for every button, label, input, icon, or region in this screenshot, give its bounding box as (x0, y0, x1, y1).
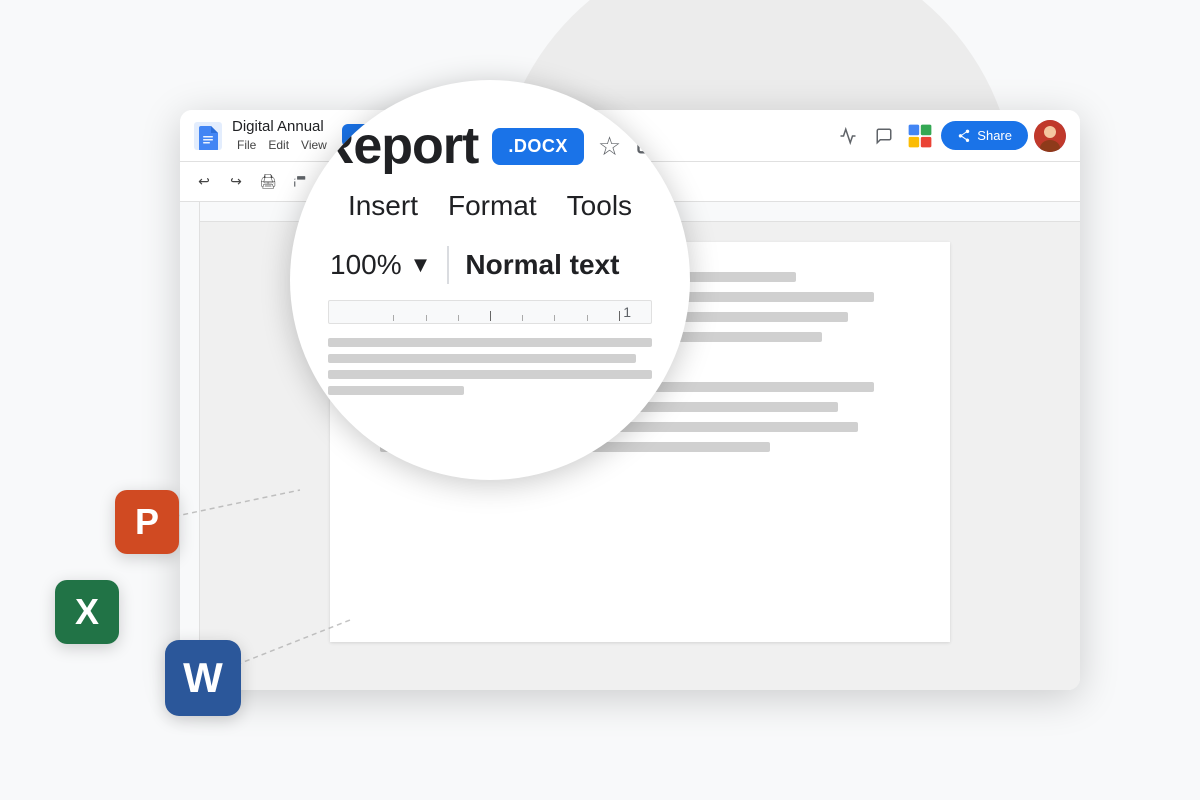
magnify-text-style: Normal text (465, 249, 619, 281)
magnify-star-icon[interactable]: ☆ (598, 131, 621, 162)
magnify-ruler: 1 (328, 300, 652, 324)
mag-line-3 (328, 370, 652, 379)
redo-button[interactable]: ↪ (222, 168, 250, 196)
undo-button[interactable]: ↩ (190, 168, 218, 196)
ruler-tick-6 (554, 315, 555, 321)
powerpoint-letter: P (135, 501, 159, 543)
word-letter: W (183, 654, 223, 702)
ruler-tick-7 (587, 315, 588, 321)
mag-line-2 (328, 354, 636, 363)
magnify-zoom-arrow[interactable]: ▼ (410, 252, 432, 278)
mag-line-4 (328, 386, 464, 395)
menu-view[interactable]: View (296, 137, 332, 153)
powerpoint-icon: P (115, 490, 179, 554)
print-button[interactable]: 🖨 (254, 168, 282, 196)
magnify-docx-badge: .DOCX (492, 128, 584, 165)
ruler-tick-3 (458, 315, 459, 321)
excel-icon: X (55, 580, 119, 644)
magnify-menu-insert[interactable]: Insert (348, 190, 418, 222)
ruler-tick-8 (619, 311, 620, 321)
docs-icon (194, 122, 222, 150)
analytics-icon[interactable] (833, 121, 863, 151)
magnify-menu-format[interactable]: Format (448, 190, 537, 222)
avatar[interactable] (1034, 120, 1066, 152)
excel-letter: X (75, 591, 99, 633)
magnify-circle: Report .DOCX ☆ Insert Format Tools 100% … (290, 80, 690, 480)
ruler-tick-5 (522, 315, 523, 321)
magnify-divider (447, 246, 449, 284)
magnify-zoom-text: 100% (330, 249, 402, 281)
magnify-menu-tools[interactable]: Tools (567, 190, 632, 222)
word-icon: W (165, 640, 241, 716)
meet-icon[interactable] (905, 121, 935, 151)
magnify-zoom-row: 100% ▼ Normal text (330, 246, 619, 284)
magnify-menu-row: Insert Format Tools (348, 190, 632, 222)
menu-edit[interactable]: Edit (263, 137, 294, 153)
menu-file[interactable]: File (232, 137, 261, 153)
mag-line-1 (328, 338, 652, 347)
title-area: Digital Annual File Edit View (232, 118, 332, 153)
ruler-left (180, 202, 200, 690)
magnify-title-row: Report .DOCX ☆ (317, 120, 663, 172)
toolbar-icons: Share (833, 120, 1066, 152)
ruler-tick-2 (426, 315, 427, 321)
magnify-ruler-number: 1 (623, 304, 631, 320)
avatar-image (1034, 120, 1066, 152)
share-button[interactable]: Share (941, 121, 1028, 150)
ruler-tick-4 (490, 311, 491, 321)
doc-title: Digital Annual (232, 118, 332, 136)
comment-icon[interactable] (869, 121, 899, 151)
share-label: Share (977, 128, 1012, 143)
menu-bar: File Edit View (232, 137, 332, 153)
ruler-tick-1 (393, 315, 394, 321)
magnify-doc-lines (328, 338, 652, 395)
